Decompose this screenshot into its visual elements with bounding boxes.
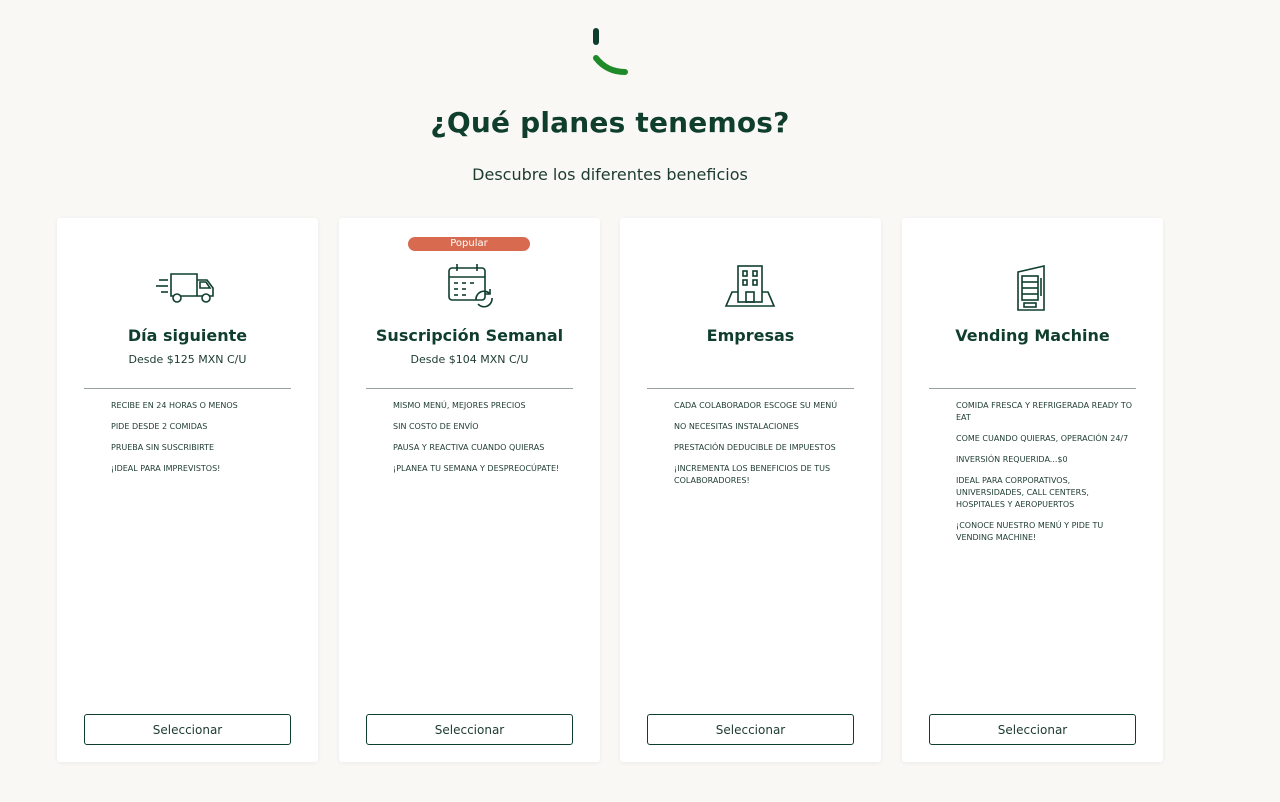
plan-price: Desde $125 MXN C/U: [128, 353, 247, 366]
feature-item: Pausa y reactiva cuando quieras: [393, 443, 545, 452]
plan-name: Día siguiente: [127, 326, 248, 345]
feature-item: Pide desde 2 comidas: [111, 422, 208, 431]
feature-list: Cada colaborador escoge su menú No neces…: [674, 400, 854, 496]
feature-item: ¡Ideal para imprevistos!: [111, 464, 221, 473]
feature-item: Recibe en 24 horas o menos: [111, 401, 238, 410]
feature-item: Cada colaborador escoge su menú: [674, 401, 838, 410]
select-button[interactable]: Seleccionar: [929, 714, 1136, 745]
feature-list: Mismo menú, mejores precios Sin costo de…: [393, 400, 573, 484]
divider: [929, 388, 1136, 389]
plan-price: Desde $104 MXN C/U: [410, 353, 529, 366]
page-title: ¿Qué planes tenemos?: [430, 106, 790, 139]
feature-item: ¡Incrementa los beneficios de tus colabo…: [674, 464, 831, 485]
divider: [366, 388, 573, 389]
plan-name: Vending Machine: [955, 326, 1110, 345]
plan-name: Empresas: [706, 326, 795, 345]
select-button[interactable]: Seleccionar: [366, 714, 573, 745]
select-button[interactable]: Seleccionar: [647, 714, 854, 745]
feature-item: Ideal para corporativos, universidades, …: [956, 476, 1089, 509]
office-building-icon: [724, 265, 776, 307]
divider: [84, 388, 291, 389]
feature-list: Comida fresca y refrigerada ready to eat…: [956, 400, 1136, 553]
feature-item: ¡Planea tu semana y despreocúpate!: [393, 464, 560, 473]
feature-item: Inversión requerida...$0: [956, 455, 1068, 464]
plan-card-dia-siguiente: Día siguiente Desde $125 MXN C/U Recibe …: [57, 218, 318, 762]
divider: [647, 388, 854, 389]
brand-logo: [593, 28, 628, 75]
popular-badge: Popular: [408, 237, 530, 251]
feature-item: Comida fresca y refrigerada ready to eat: [956, 401, 1133, 422]
page-subtitle: Descubre los diferentes beneficios: [472, 165, 748, 184]
feature-item: Prestación deducible de impuestos: [674, 443, 836, 452]
feature-list: Recibe en 24 horas o menos Pide desde 2 …: [111, 400, 291, 484]
delivery-truck-icon: [156, 273, 214, 303]
plan-card-suscripcion-semanal: Popular Suscripción Semanal Desde $104 M…: [339, 218, 600, 762]
vending-machine-icon: [1017, 264, 1045, 311]
calendar-refresh-icon: [448, 264, 493, 308]
plan-name: Suscripción Semanal: [375, 326, 564, 345]
feature-item: No necesitas instalaciones: [674, 422, 799, 431]
feature-item: Come cuando quieras, operación 24/7: [956, 434, 1129, 443]
feature-item: ¡Conoce nuestro menú y pide tu vending m…: [956, 521, 1104, 542]
feature-item: Mismo menú, mejores precios: [393, 401, 526, 410]
feature-item: Sin costo de envío: [393, 422, 479, 431]
plan-card-empresas: Empresas Cada colaborador escoge su menú…: [620, 218, 881, 762]
select-button[interactable]: Seleccionar: [84, 714, 291, 745]
feature-item: Prueba sin suscribirte: [111, 443, 215, 452]
plan-card-vending-machine: Vending Machine Comida fresca y refriger…: [902, 218, 1163, 762]
